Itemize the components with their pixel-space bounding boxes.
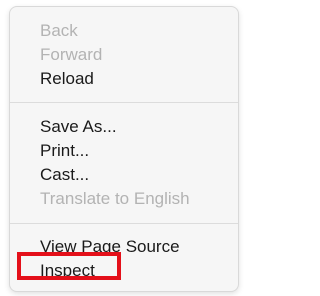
menu-item-print[interactable]: Print... <box>40 139 89 163</box>
context-menu: Back Forward Reload Save As... Print... … <box>9 6 239 292</box>
menu-item-save-as[interactable]: Save As... <box>40 115 117 139</box>
menu-item-back: Back <box>40 21 78 40</box>
menu-separator <box>10 102 238 103</box>
menu-item-reload[interactable]: Reload <box>40 67 94 91</box>
menu-item-translate: Translate to English <box>40 189 190 208</box>
inspect-highlight-box <box>17 252 121 280</box>
menu-item-forward: Forward <box>40 45 103 64</box>
menu-item-cast[interactable]: Cast... <box>40 163 89 187</box>
menu-separator <box>10 223 238 224</box>
